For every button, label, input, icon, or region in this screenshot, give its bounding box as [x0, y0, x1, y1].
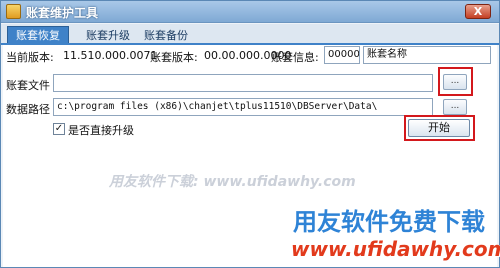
tab-account-backup[interactable]: 账套备份 — [135, 26, 197, 44]
data-path-input[interactable]: c:\program files (x86)\chanjet\tplus1151… — [53, 98, 433, 116]
title-bar[interactable]: 账套维护工具 X — [1, 1, 499, 23]
data-path-label: 数据路径 — [6, 103, 50, 116]
start-button[interactable]: 开始 — [408, 119, 470, 137]
tab-strip: 账套恢复 账套升级 账套备份 — [1, 24, 499, 44]
account-file-label: 账套文件 — [6, 79, 50, 92]
current-version-label: 当前版本: — [6, 51, 54, 64]
window-title: 账套维护工具 — [26, 6, 99, 20]
data-path-browse-button[interactable]: ... — [443, 99, 467, 115]
center-watermark: 用友软件下载: www.ufidawhy.com — [109, 174, 356, 190]
account-file-input[interactable] — [53, 74, 433, 92]
direct-upgrade-checkbox[interactable]: ✓ — [53, 123, 65, 135]
app-icon — [6, 4, 21, 19]
close-button[interactable]: X — [465, 4, 491, 19]
brand-watermark: 用友软件免费下载 — [293, 208, 485, 236]
url-watermark: www.ufidawhy.com — [291, 237, 500, 261]
tab-account-restore[interactable]: 账套恢复 — [7, 26, 69, 44]
tab-account-upgrade[interactable]: 账套升级 — [77, 26, 139, 44]
account-file-browse-button[interactable]: ... — [443, 74, 467, 90]
account-info-label: 账套信息: — [271, 51, 319, 64]
account-code-field[interactable]: 000000 — [324, 46, 360, 64]
direct-upgrade-label: 是否直接升级 — [68, 124, 134, 137]
current-version-value: 11.510.000.0071 — [63, 49, 158, 62]
account-version-label: 账套版本: — [150, 51, 198, 64]
account-maintenance-window: 账套维护工具 X 账套恢复 账套升级 账套备份 当前版本: 11.510.000… — [0, 0, 500, 268]
account-name-field[interactable]: 账套名称 — [363, 46, 491, 64]
